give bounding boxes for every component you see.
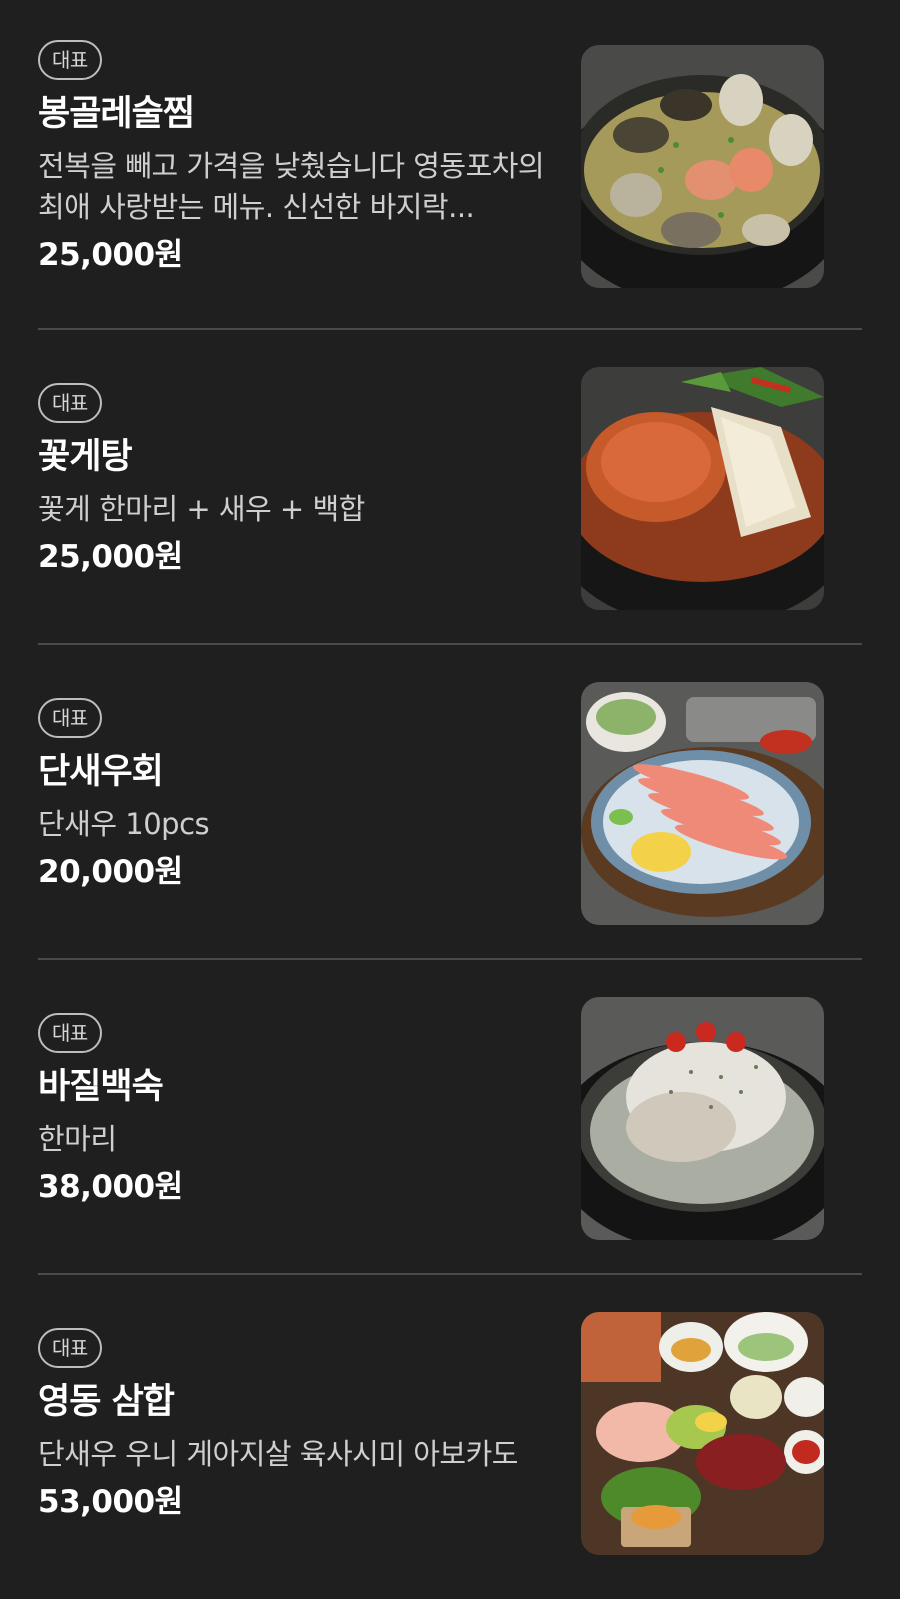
menu-item-text: 대표 꽃게탕 꽃게 한마리 + 새우 + 백합 25,000원 [38,383,598,578]
menu-item-description: 꽃게 한마리 + 새우 + 백합 [38,492,365,526]
signature-badge: 대표 [38,40,102,80]
menu-item-name: 봉골레술찜 [38,94,195,134]
menu-item-description: 한마리 [38,1122,117,1156]
menu-divider [38,1273,862,1275]
menu-divider [38,328,862,330]
menu-item-price: 38,000원 [38,1169,183,1205]
menu-item-price: 25,000원 [38,539,183,575]
menu-item-description: 단새우 우니 게아지살 육사시미 아보카도 [38,1437,518,1471]
menu-item-name: 꽃게탕 [38,437,133,477]
menu-item-text: 대표 바질백숙 한마리 38,000원 [38,1013,598,1208]
menu-item-text: 대표 영동 삼합 단새우 우니 게아지살 육사시미 아보카도 53,000원 [38,1328,598,1523]
menu-item-description: 단새우 10pcs [38,807,210,841]
menu-divider [38,643,862,645]
signature-badge: 대표 [38,383,102,423]
menu-item-text: 대표 봉골레술찜 전복을 빼고 가격을 낮췄습니다 영동포차의 최애 사랑받는 … [38,40,598,276]
signature-badge: 대표 [38,1328,102,1368]
menu-item-description: 전복을 빼고 가격을 낮췄습니다 영동포차의 최애 사랑받는 메뉴. 신선한 바… [38,149,545,224]
signature-badge: 대표 [38,698,102,738]
menu-item-text: 대표 단새우회 단새우 10pcs 20,000원 [38,698,598,893]
seafood-platter-photo[interactable] [581,1312,824,1555]
clam-steamed-dish-photo[interactable] [581,45,824,288]
menu-item-price: 25,000원 [38,237,183,273]
basil-chicken-soup-photo[interactable] [581,997,824,1240]
menu-item-name: 영동 삼합 [38,1382,175,1422]
menu-list: 대표 봉골레술찜 전복을 빼고 가격을 낮췄습니다 영동포차의 최애 사랑받는 … [0,0,900,1599]
menu-divider [38,958,862,960]
menu-item-name: 바질백숙 [38,1067,164,1107]
signature-badge: 대표 [38,1013,102,1053]
menu-item-price: 20,000원 [38,854,183,890]
menu-item-name: 단새우회 [38,752,164,792]
crab-stew-photo[interactable] [581,367,824,610]
menu-item-price: 53,000원 [38,1484,183,1520]
sweet-shrimp-sashimi-photo[interactable] [581,682,824,925]
